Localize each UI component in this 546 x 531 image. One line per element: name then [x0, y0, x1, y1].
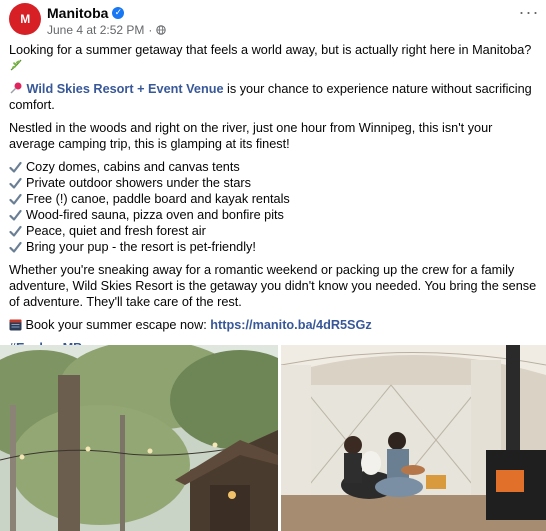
- check-mark-icon: [9, 177, 22, 189]
- resort-link[interactable]: Wild Skies Resort + Event Venue: [27, 82, 224, 96]
- list-item: Peace, quiet and fresh forest air: [9, 223, 539, 239]
- avatar-logo-text: M: [20, 12, 30, 26]
- post-body: Looking for a summer getaway that feels …: [9, 42, 539, 363]
- post-header: M Manitoba ✓ June 4 at 2:52 PM · ···: [0, 0, 546, 40]
- feature-text: Peace, quiet and fresh forest air: [26, 224, 206, 238]
- check-mark-icon: [9, 209, 22, 221]
- check-mark-icon: [9, 161, 22, 173]
- booking-line: Book your summer escape now: https://man…: [9, 317, 539, 333]
- list-item: Bring your pup - the resort is pet-frien…: [9, 239, 539, 255]
- booking-text: Book your summer escape now:: [25, 318, 211, 332]
- description-paragraph: Nestled in the woods and right on the ri…: [9, 121, 493, 151]
- feature-list: Cozy domes, cabins and canvas tents Priv…: [9, 159, 539, 255]
- author-line: Manitoba ✓: [47, 5, 125, 21]
- list-item: Cozy domes, cabins and canvas tents: [9, 159, 539, 175]
- feature-text: Cozy domes, cabins and canvas tents: [26, 160, 240, 174]
- page-name-link[interactable]: Manitoba: [47, 5, 108, 21]
- booking-link[interactable]: https://manito.ba/4dR5SGz: [210, 318, 371, 332]
- list-item: Private outdoor showers under the stars: [9, 175, 539, 191]
- forest-cabin-image: [0, 345, 278, 531]
- check-mark-icon: [9, 193, 22, 205]
- feature-text: Private outdoor showers under the stars: [26, 176, 251, 190]
- forest-cabin-photo[interactable]: [0, 345, 278, 531]
- post-timestamp[interactable]: June 4 at 2:52 PM: [47, 23, 144, 37]
- closing-paragraph: Whether you're sneaking away for a roman…: [9, 263, 537, 309]
- dome-interior-photo[interactable]: [281, 345, 546, 531]
- globe-icon[interactable]: [156, 25, 167, 35]
- herb-emoji-icon: [10, 59, 22, 71]
- calendar-emoji-icon: [9, 319, 22, 331]
- feature-text: Wood-fired sauna, pizza oven and bonfire…: [26, 208, 284, 222]
- facebook-post: M Manitoba ✓ June 4 at 2:52 PM · ··· Loo…: [0, 0, 546, 531]
- list-item: Wood-fired sauna, pizza oven and bonfire…: [9, 207, 539, 223]
- resort-paragraph: Wild Skies Resort + Event Venue is your …: [9, 81, 539, 113]
- photo-grid: [0, 345, 546, 531]
- check-mark-icon: [9, 241, 22, 253]
- more-options-icon[interactable]: ···: [518, 3, 540, 28]
- feature-text: Free (!) canoe, paddle board and kayak r…: [26, 192, 290, 206]
- feature-text: Bring your pup - the resort is pet-frien…: [26, 240, 256, 254]
- list-item: Free (!) canoe, paddle board and kayak r…: [9, 191, 539, 207]
- dome-interior-image: [281, 345, 546, 531]
- page-avatar[interactable]: M: [9, 3, 41, 35]
- check-mark-icon: [9, 225, 22, 237]
- meta-separator: ·: [148, 23, 153, 37]
- post-intro: Looking for a summer getaway that feels …: [9, 42, 539, 74]
- verified-badge-icon: ✓: [112, 7, 125, 19]
- pushpin-emoji-icon: [10, 82, 22, 94]
- post-meta: June 4 at 2:52 PM ·: [47, 23, 167, 37]
- intro-text: Looking for a summer getaway that feels …: [9, 43, 532, 57]
